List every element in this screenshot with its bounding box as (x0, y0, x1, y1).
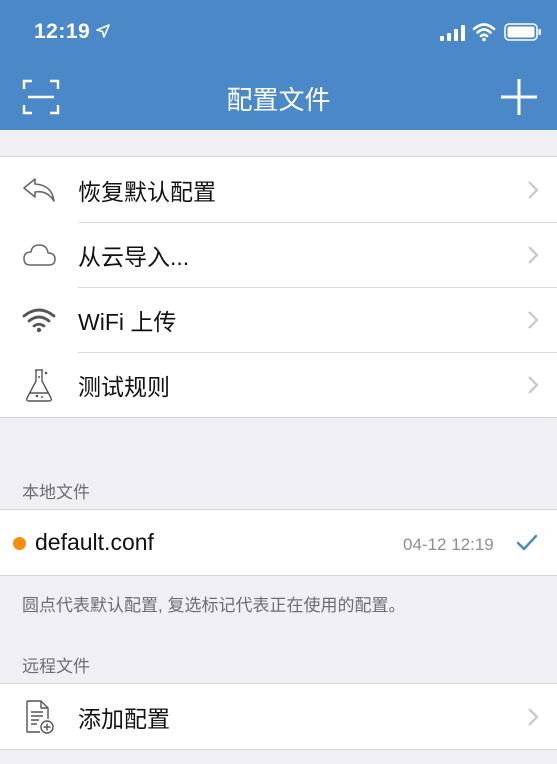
chevron-right-icon (528, 310, 539, 329)
file-name: default.conf (35, 529, 154, 555)
file-row-default-conf[interactable]: default.conf 04-12 12:19 (0, 510, 557, 575)
undo-icon (20, 171, 58, 209)
local-files-list: default.conf 04-12 12:19 (0, 509, 557, 576)
checkmark-icon (516, 534, 538, 551)
list-item-label: WiFi 上传 (78, 308, 177, 335)
list-item-add-config[interactable]: 添加配置 (0, 684, 557, 749)
battery-icon (504, 23, 541, 41)
list-item-label: 添加配置 (78, 705, 170, 732)
add-button[interactable] (500, 78, 538, 116)
default-indicator-dot (13, 537, 26, 550)
list-item-label: 从云导入... (78, 243, 190, 270)
status-time: 12:19 (34, 20, 91, 43)
cellular-signal-icon (440, 25, 465, 41)
list-item-test-rules[interactable]: 测试规则 (0, 352, 557, 417)
chevron-right-icon (528, 707, 539, 726)
section-header-remote: 远程文件 (22, 657, 90, 676)
local-files-footer-note: 圆点代表默认配置, 复选标记代表正在使用的配置。 (22, 596, 406, 615)
list-item-label: 测试规则 (78, 373, 170, 400)
file-modified-time: 04-12 12:19 (403, 535, 494, 554)
flask-icon (20, 366, 58, 404)
chevron-right-icon (528, 245, 539, 264)
wifi-icon (20, 301, 58, 339)
location-arrow-icon (96, 24, 110, 38)
list-item-import-cloud[interactable]: 从云导入... (0, 222, 557, 287)
cloud-icon (20, 236, 58, 274)
add-document-icon (20, 698, 58, 736)
navigation-bar: 12:19 配置文件 (0, 0, 557, 130)
list-item-label: 恢复默认配置 (78, 178, 216, 205)
section-header-local: 本地文件 (22, 483, 90, 502)
actions-list: 恢复默认配置 从云导入... WiFi 上传 测试规则 (0, 156, 557, 418)
page-title: 配置文件 (226, 85, 331, 115)
remote-files-list: 添加配置 (0, 683, 557, 750)
wifi-status-icon (472, 23, 496, 42)
chevron-right-icon (528, 375, 539, 394)
list-item-restore-default[interactable]: 恢复默认配置 (0, 157, 557, 222)
list-item-wifi-upload[interactable]: WiFi 上传 (0, 287, 557, 352)
chevron-right-icon (528, 180, 539, 199)
